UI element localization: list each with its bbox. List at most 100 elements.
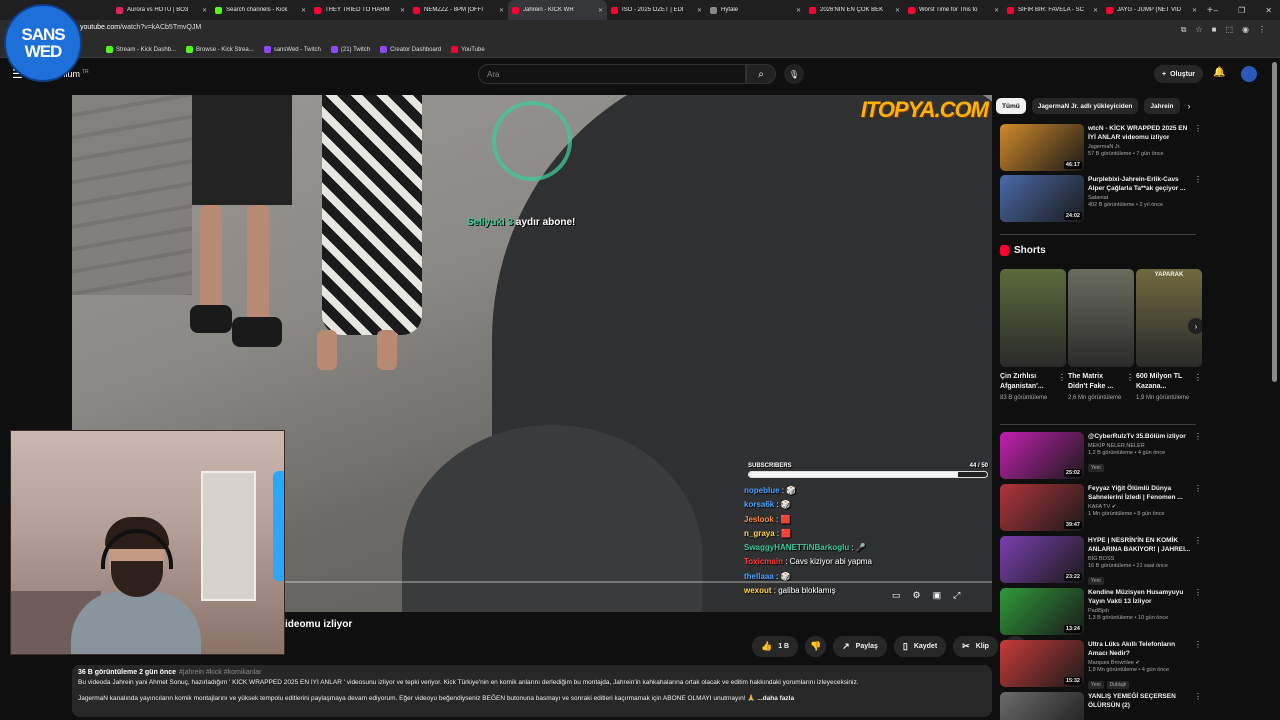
subtitles-icon[interactable]: ▭ [892, 590, 901, 601]
browser-tab[interactable]: THEY TRIED TO HARM ✕ [310, 0, 409, 20]
channel-name[interactable]: BİG BOSS [1088, 556, 1192, 562]
settings-icon[interactable]: ⚙ [913, 590, 921, 601]
clip-button[interactable]: ✂ Klip [953, 636, 998, 657]
more-icon[interactable]: ⋮ [1194, 692, 1202, 701]
video-thumbnail[interactable]: 24:02 [1000, 175, 1084, 222]
recommended-video[interactable]: 46:17 wtcN - KİCK WRAPPED 2025 EN İYİ ANL… [1000, 124, 1202, 172]
page-scrollbar[interactable] [1272, 62, 1277, 382]
close-tab-icon[interactable]: ✕ [796, 7, 801, 14]
more-icon[interactable]: ⋮ [1194, 124, 1202, 133]
video-thumbnail[interactable]: 15:32 [1000, 640, 1084, 687]
channel-name[interactable]: MEKİP NELER NELER [1088, 443, 1192, 449]
video-thumbnail[interactable]: 25:02 [1000, 432, 1084, 479]
video-thumbnail[interactable] [1000, 692, 1084, 720]
more-icon[interactable]: ⋮ [1194, 484, 1202, 493]
shorts-next-button[interactable]: › [1188, 318, 1202, 334]
more-icon[interactable]: ⋮ [1194, 373, 1202, 382]
bookmark-item[interactable]: Browse - Kick Strea... [186, 46, 254, 53]
more-icon[interactable]: ⋮ [1058, 373, 1066, 382]
puzzle-icon[interactable]: ⬚ [1225, 25, 1233, 35]
more-icon[interactable]: ⋮ [1194, 175, 1202, 184]
close-tab-icon[interactable]: ✕ [1093, 7, 1098, 14]
channel-name[interactable]: Sataniat [1088, 195, 1192, 201]
short-title[interactable]: 600 Milyon TL Kazana... [1136, 372, 1192, 392]
channel-name[interactable]: KAFA TV ✔ [1088, 504, 1192, 510]
browser-tab[interactable]: Worst Time for This to ✕ [904, 0, 1003, 20]
recommended-video[interactable]: 39:47 Feyyaz Yiğit Ölümlü Dünya Sahneleri… [1000, 484, 1202, 532]
star-icon[interactable]: ☆ [1195, 25, 1202, 35]
save-button[interactable]: ▯ Kaydet [893, 636, 947, 657]
miniplayer-icon[interactable]: ▣ [933, 590, 942, 601]
show-more-link[interactable]: ...daha fazla [757, 695, 794, 702]
recommended-video[interactable]: 25:02 @CyberRulzTv 35.Bölüm izliyor MEKİP … [1000, 432, 1202, 480]
short-title[interactable]: The Matrix Didn't Fake ... [1068, 372, 1124, 392]
video-description[interactable]: 36 B görüntüleme 2 gün önce #jahrein #kic… [72, 665, 992, 717]
close-tab-icon[interactable]: ✕ [994, 7, 999, 14]
short-item[interactable]: YAPARAK 600 Milyon TL Kazana... 1,9 Mn gör… [1136, 269, 1202, 403]
recommended-video[interactable]: YANLIŞ YEMEĞİ SEÇERSEN ÖLÜRSÜN (2) ⋮ [1000, 692, 1202, 720]
recommended-video[interactable]: 15:32 Ultra Lüks Akıllı Telefonların Amac… [1000, 640, 1202, 689]
video-thumbnail[interactable]: 13:24 [1000, 588, 1084, 635]
short-thumbnail[interactable] [1068, 269, 1134, 367]
close-tab-icon[interactable]: ✕ [499, 7, 504, 14]
hashtags[interactable]: #jahrein #kick #komikanlar [179, 669, 261, 676]
browser-tab[interactable]: Jahrein - KİCK WR ✕ [508, 0, 607, 20]
dislike-button[interactable]: 👎 [805, 636, 827, 657]
search-input[interactable]: Ara [478, 64, 746, 84]
share-button[interactable]: ↗ Paylaş [833, 636, 887, 657]
video-title[interactable]: Purplebixi-Jahrein-Erlik-Cavs Alper Çağl… [1088, 175, 1192, 193]
close-tab-icon[interactable]: ✕ [301, 7, 306, 14]
video-title[interactable]: Kendine Müzisyen Husamyuyu Yayın Vakti 1… [1088, 588, 1192, 606]
video-title[interactable]: @CyberRulzTv 35.Bölüm izliyor [1088, 432, 1192, 441]
browser-tab[interactable]: NEMZZZ - 8PM [OFFI ✕ [409, 0, 508, 20]
bell-icon[interactable]: 🔔 [1213, 67, 1225, 78]
filter-chip[interactable]: Jahrein [1144, 98, 1180, 114]
video-title[interactable]: Ultra Lüks Akıllı Telefonların Amacı Ned… [1088, 640, 1192, 658]
bookmark-item[interactable]: sansWed - Twitch [263, 46, 321, 53]
profile-icon[interactable]: ◉ [1242, 25, 1249, 35]
close-tab-icon[interactable]: ✕ [895, 7, 900, 14]
close-tab-icon[interactable]: ✕ [202, 7, 207, 14]
browser-tab[interactable]: 2026'NIN EN ÇOK BEK ✕ [805, 0, 904, 20]
video-thumbnail[interactable]: 39:47 [1000, 484, 1084, 531]
more-icon[interactable]: ⋮ [1126, 373, 1134, 382]
fullscreen-icon[interactable]: ⤢ [953, 590, 960, 601]
video-thumbnail[interactable]: 46:17 [1000, 124, 1084, 171]
create-button[interactable]: + Oluştur [1154, 65, 1203, 83]
close-tab-icon[interactable]: ✕ [598, 7, 603, 14]
chevron-right-icon[interactable]: › [1188, 101, 1191, 111]
avatar[interactable] [1241, 66, 1257, 82]
short-title[interactable]: Çin Zırhlısı Afganistan'... [1000, 372, 1056, 392]
video-title[interactable]: HYPE | NESRİN'İN EN KOMİK ANLARINA BAKIY… [1088, 536, 1192, 554]
close-tab-icon[interactable]: ✕ [697, 7, 702, 14]
bookmark-item[interactable]: YouTube [451, 46, 485, 53]
close-window-button[interactable]: ✕ [1265, 6, 1272, 15]
close-tab-icon[interactable]: ✕ [400, 7, 405, 14]
channel-name[interactable]: Marques Brownlee ✔ [1088, 660, 1192, 666]
browser-tab[interactable]: Search channels - Kick ✕ [211, 0, 310, 20]
address-bar[interactable]: youtube.com/watch?v=kACb5TmvQJM ⧉ ☆ ■ ⬚ … [0, 20, 1280, 42]
browser-tab[interactable]: JAYG - JUMP (NET VID ✕ [1102, 0, 1201, 20]
recommended-video[interactable]: 23:22 HYPE | NESRİN'İN EN KOMİK ANLARINA … [1000, 536, 1202, 585]
more-icon[interactable]: ⋮ [1194, 536, 1202, 545]
extension-icon[interactable]: ■ [1212, 25, 1217, 35]
short-thumbnail[interactable] [1000, 269, 1066, 367]
url-text[interactable]: youtube.com/watch?v=kACb5TmvQJM [80, 24, 201, 31]
browser-tab[interactable]: Aurora vs HOTU | BO3 ✕ [112, 0, 211, 20]
recommended-video[interactable]: 24:02 Purplebixi-Jahrein-Erlik-Cavs Alper… [1000, 175, 1202, 223]
minimize-button[interactable]: – [1214, 6, 1218, 15]
bookmark-item[interactable]: Stream - Kick Dashb... [106, 46, 176, 53]
more-icon[interactable]: ⋮ [1258, 25, 1266, 35]
browser-tab[interactable]: İSO - 2025 ÖZET | EDİ ✕ [607, 0, 706, 20]
new-tab-button[interactable]: + [1207, 5, 1213, 16]
short-item[interactable]: Çin Zırhlısı Afganistan'... 83 B görüntül… [1000, 269, 1066, 403]
channel-name[interactable]: JagermaN Jr. [1088, 144, 1192, 150]
video-title[interactable]: YANLIŞ YEMEĞİ SEÇERSEN ÖLÜRSÜN (2) [1088, 692, 1192, 710]
more-icon[interactable]: ⋮ [1194, 640, 1202, 649]
video-title[interactable]: Feyyaz Yiğit Ölümlü Dünya Sahnelerini İz… [1088, 484, 1192, 502]
filter-chip[interactable]: Tümü [996, 98, 1026, 114]
bookmark-item[interactable]: Creator Dashboard [380, 46, 441, 53]
cast-icon[interactable]: ⧉ [1181, 25, 1187, 35]
filter-chip[interactable]: JagermaN Jr. adlı yükleyiciden [1031, 98, 1139, 114]
recommended-video[interactable]: 13:24 Kendine Müzisyen Husamyuyu Yayın Va… [1000, 588, 1202, 636]
